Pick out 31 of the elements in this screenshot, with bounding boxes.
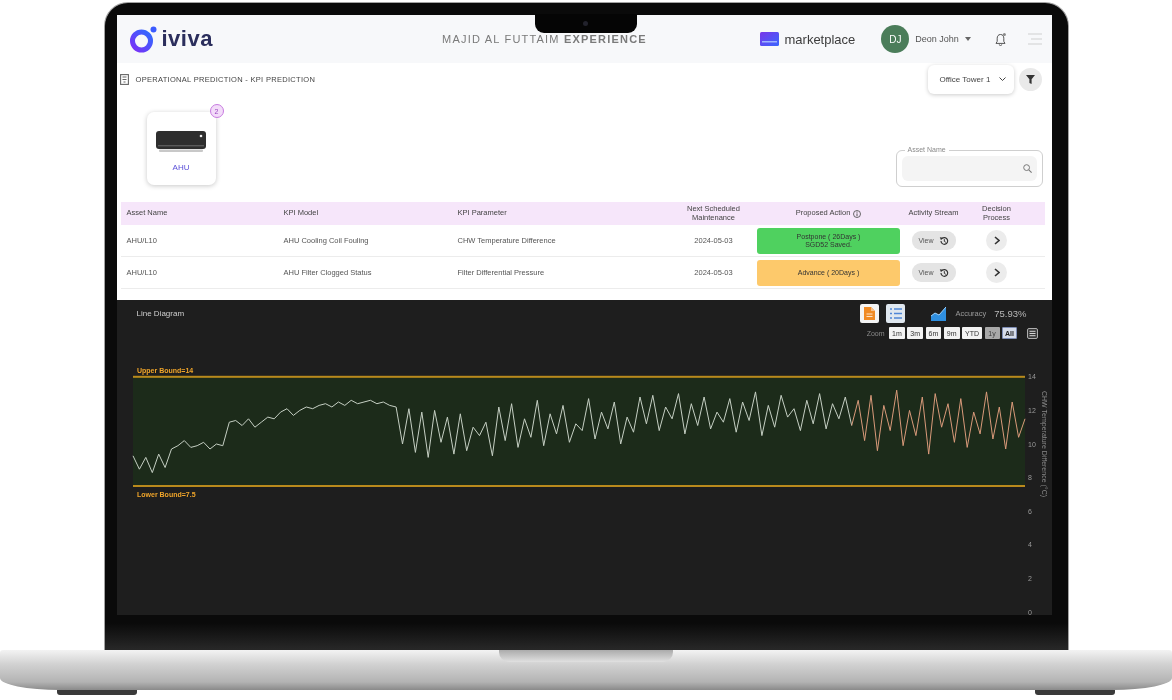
chevron-right-icon	[993, 268, 1000, 277]
decision-button[interactable]	[986, 230, 1007, 251]
chevron-right-icon	[993, 236, 1000, 245]
filter-button[interactable]	[1018, 67, 1042, 91]
history-icon	[938, 235, 949, 246]
app-title: MAJID AL FUTTAIM EXPERIENCE	[442, 33, 647, 45]
building-icon	[119, 73, 129, 85]
area-chart-icon	[931, 306, 947, 321]
menu-icon[interactable]	[1026, 327, 1038, 339]
user-menu-button[interactable]: Deon John	[915, 34, 971, 44]
search-icon	[1022, 164, 1032, 173]
marketplace-link[interactable]: marketplace	[759, 31, 856, 47]
air-conditioner-icon	[156, 131, 206, 152]
logo-text: iviva	[161, 26, 213, 52]
list-icon	[889, 308, 902, 319]
chart-title: Line Diagram	[136, 309, 185, 318]
accuracy-value: 75.93%	[994, 308, 1027, 319]
bell-icon[interactable]	[994, 32, 1006, 46]
site-select[interactable]: Office Tower 1	[927, 64, 1014, 94]
document-view-button[interactable]	[860, 304, 880, 323]
decision-button[interactable]	[986, 262, 1007, 283]
list-view-button[interactable]	[886, 304, 906, 323]
chevron-down-icon	[998, 77, 1006, 81]
filter-icon	[1025, 74, 1035, 84]
user-avatar[interactable]: DJ	[881, 25, 910, 53]
document-icon	[864, 307, 876, 320]
marketplace-logo-icon	[759, 32, 779, 46]
history-icon	[938, 267, 949, 278]
caret-icon	[964, 37, 971, 41]
logo-ring-icon	[129, 25, 157, 53]
asset-type-label: AHU	[172, 163, 190, 172]
